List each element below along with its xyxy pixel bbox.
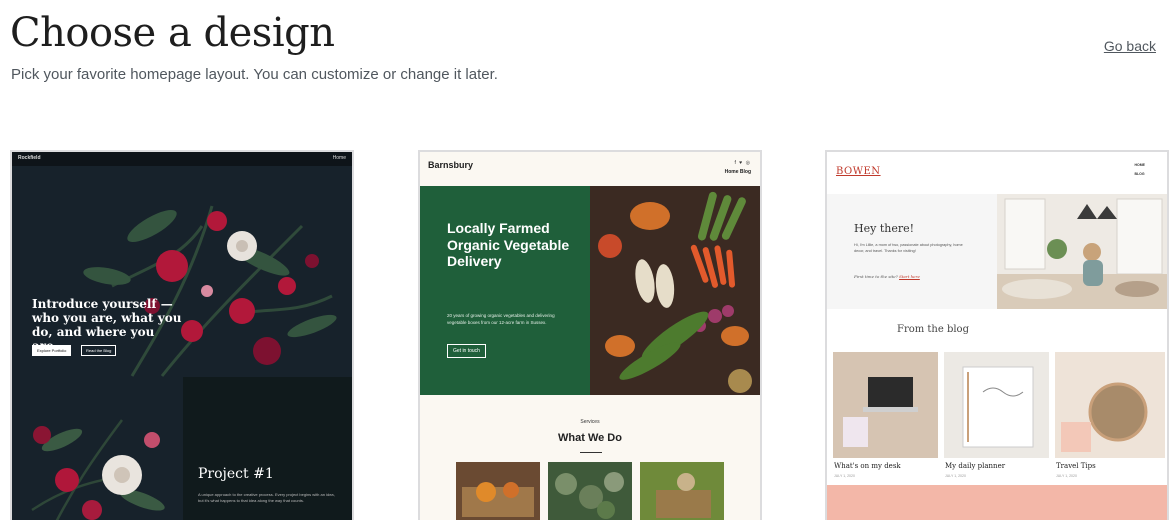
preview-post-title-3: Travel Tips — [1056, 462, 1096, 470]
blog-thumbnails — [833, 352, 1165, 458]
preview-intro-link-prefix: First time to the site? — [854, 274, 898, 279]
preview-nav-menu: HOME BLOG — [1135, 161, 1146, 179]
preview-button-blog: Read the Blog — [81, 345, 117, 356]
section-divider — [580, 452, 602, 453]
flower-arrangement-image — [12, 380, 183, 520]
preview-nav-blog: BLOG — [1134, 172, 1145, 176]
preview-post-date-2: JULY 1, 2020 — [945, 474, 966, 478]
preview-project-title: Project #1 — [198, 466, 274, 482]
preview-intro-title: Hey there! — [854, 222, 915, 235]
preview-hero-heading: Locally Farmed Organic Vegetable Deliver… — [447, 220, 570, 269]
preview-nav-home: HOME — [1134, 163, 1146, 167]
page-subtitle: Pick your favorite homepage layout. You … — [11, 66, 498, 83]
preview-blog-heading: From the blog — [897, 324, 969, 335]
preview-button-portfolio: Explore Portfolio — [32, 345, 72, 356]
design-card-bowen[interactable]: BOWEN HOME BLOG Hey there! Hi, I'm Lilli… — [825, 150, 1169, 520]
preview-site-title: Rockfield — [18, 155, 41, 161]
preview-section-title: What We Do — [558, 432, 622, 444]
preview-intro-link: First time to the site? Start here — [854, 274, 920, 279]
page-title: Choose a design — [10, 10, 335, 56]
preview-nav-home: Home — [332, 155, 346, 161]
preview-post-title-2: My daily planner — [945, 462, 1006, 470]
preview-project-text: A unique approach to the creative proces… — [198, 492, 335, 503]
social-icons: f ♥ ◎ — [734, 160, 751, 166]
preview-hero-text: 20 years of growing organic vegetables a… — [447, 313, 555, 325]
preview-post-date-1: JULY 1, 2020 — [834, 474, 855, 478]
preview-cta-button: Get in touch — [447, 344, 486, 358]
preview-hero-panel — [420, 186, 590, 395]
preview-post-date-3: JULY 1, 2020 — [1056, 474, 1077, 478]
design-card-barnsbury[interactable]: Barnsbury f ♥ ◎ Home Blog Locally Farmed… — [418, 150, 762, 520]
vegetables-image — [590, 186, 760, 395]
preview-intro-text: Hi, I'm Lillie, a mom of two, passionate… — [854, 243, 963, 253]
preview-site-title: BOWEN — [836, 166, 881, 177]
preview-post-title-1: What's on my desk — [834, 462, 901, 470]
design-card-rockfield[interactable]: Rockfield Home Introduce yourself — who … — [10, 150, 354, 520]
living-room-photo — [997, 194, 1167, 309]
go-back-link[interactable]: Go back — [1104, 38, 1156, 54]
preview-pink-section — [827, 485, 1167, 520]
service-thumbnails — [456, 462, 724, 520]
preview-nav-bar: Rockfield Home — [12, 152, 352, 166]
preview-nav-menu: Home Blog — [724, 169, 751, 175]
preview-section-kicker: Services — [580, 419, 600, 425]
preview-intro-link-label: Start here — [899, 274, 920, 279]
preview-site-title: Barnsbury — [428, 160, 474, 170]
